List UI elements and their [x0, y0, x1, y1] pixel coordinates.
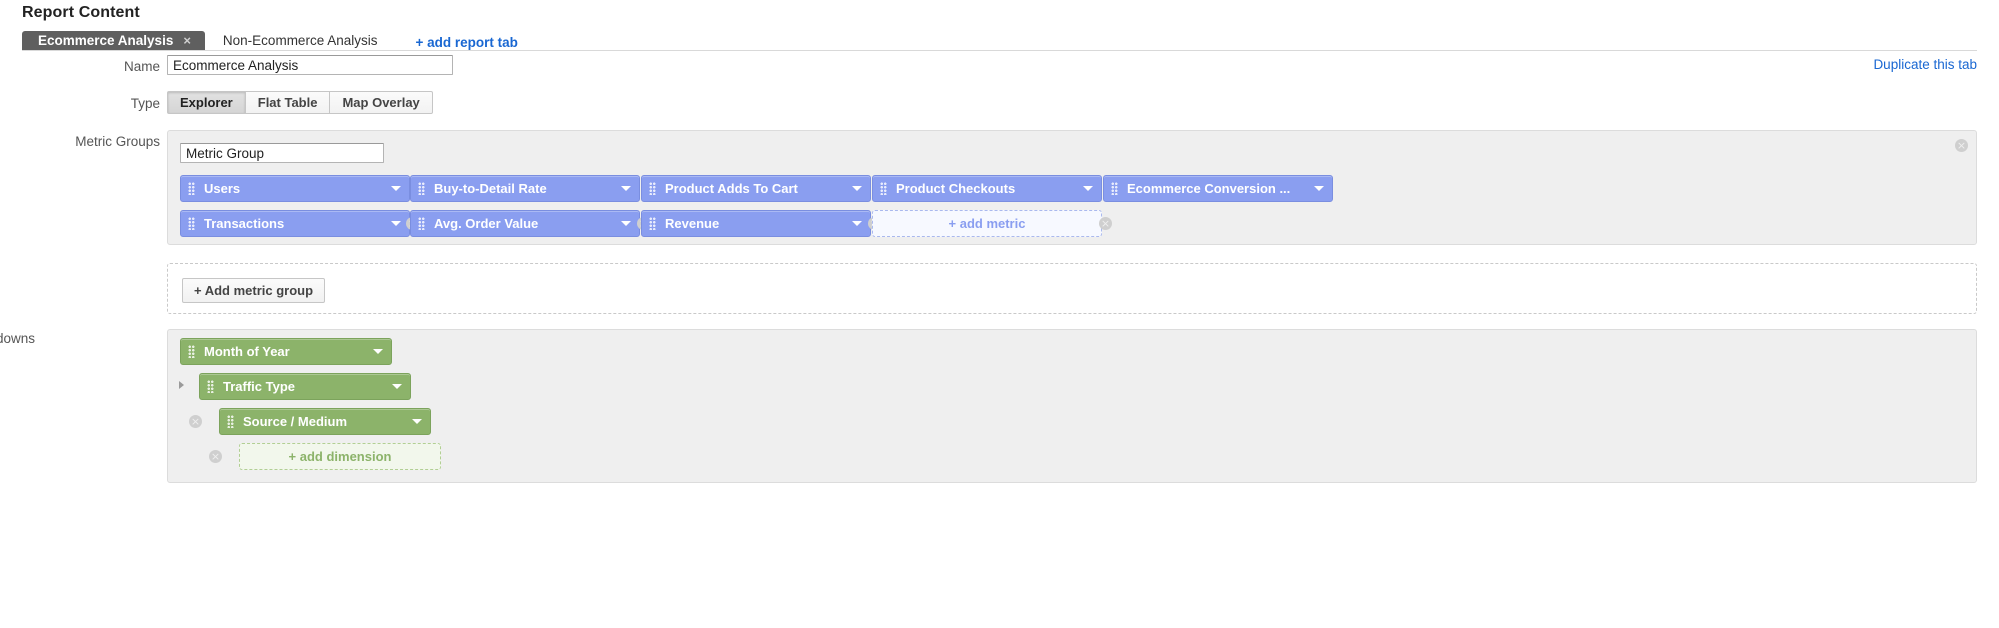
drag-handle-icon[interactable]: [207, 380, 214, 393]
metric-chip-ecommerce-conversion-rate[interactable]: Ecommerce Conversion ...: [1103, 175, 1333, 202]
drag-handle-icon[interactable]: [649, 182, 656, 195]
add-metric-group-panel: + Add metric group: [167, 263, 1977, 314]
type-button-explorer[interactable]: Explorer: [167, 91, 245, 114]
metric-chip-label: Users: [204, 181, 383, 196]
metric-chip-avg-order-value[interactable]: Avg. Order Value: [410, 210, 640, 237]
chevron-down-icon[interactable]: [621, 186, 631, 191]
report-type-segmented-control: Explorer Flat Table Map Overlay: [167, 91, 433, 114]
dimension-chip-source-medium[interactable]: Source / Medium: [219, 408, 431, 435]
add-dimension-button[interactable]: + add dimension: [239, 443, 441, 470]
expand-arrow-icon[interactable]: [179, 381, 184, 389]
dimension-chip-label: Source / Medium: [243, 414, 404, 429]
metric-chip-product-adds-to-cart[interactable]: Product Adds To Cart: [641, 175, 871, 202]
chevron-down-icon[interactable]: [412, 419, 422, 424]
drag-handle-icon[interactable]: [188, 345, 195, 358]
metric-chip-transactions[interactable]: Transactions: [180, 210, 410, 237]
metric-chip-users[interactable]: Users: [180, 175, 410, 202]
chevron-down-icon[interactable]: [852, 186, 862, 191]
report-tab-label: Ecommerce Analysis: [38, 31, 173, 50]
chevron-down-icon[interactable]: [852, 221, 862, 226]
dimension-chip-traffic-type[interactable]: Traffic Type: [199, 373, 411, 400]
metric-chip-revenue[interactable]: Revenue: [641, 210, 871, 237]
dimension-chip-month-of-year[interactable]: Month of Year: [180, 338, 392, 365]
metric-chip-label: Buy-to-Detail Rate: [434, 181, 613, 196]
chevron-down-icon[interactable]: [391, 186, 401, 191]
type-label: Type: [0, 96, 160, 111]
drag-handle-icon[interactable]: [227, 415, 234, 428]
metric-chip-label: Avg. Order Value: [434, 216, 613, 231]
drag-handle-icon[interactable]: [649, 217, 656, 230]
type-button-map-overlay[interactable]: Map Overlay: [329, 91, 432, 114]
metric-chip-label: Product Adds To Cart: [665, 181, 844, 196]
report-tab-non-ecommerce-analysis[interactable]: Non-Ecommerce Analysis: [205, 31, 396, 50]
metric-chip-buy-to-detail-rate[interactable]: Buy-to-Detail Rate: [410, 175, 640, 202]
report-tab-ecommerce-analysis[interactable]: Ecommerce Analysis ×: [22, 31, 205, 50]
drag-handle-icon[interactable]: [1111, 182, 1118, 195]
report-content-page: Report Content Ecommerce Analysis × Non-…: [0, 0, 1999, 628]
add-report-tab-link[interactable]: + add report tab: [415, 35, 517, 50]
metric-chip-label: Transactions: [204, 216, 383, 231]
close-icon[interactable]: ×: [183, 34, 191, 47]
report-tab-bar: Ecommerce Analysis × Non-Ecommerce Analy…: [22, 30, 1977, 51]
name-label: Name: [0, 59, 160, 74]
drag-handle-icon[interactable]: [880, 182, 887, 195]
drag-handle-icon[interactable]: [418, 217, 425, 230]
dimension-drilldowns-label: Dimension Drilldowns: [0, 331, 35, 346]
drag-handle-icon[interactable]: [188, 217, 195, 230]
dimension-drilldowns-panel: Month of Year Traffic Type × Source / Me…: [167, 329, 1977, 483]
duplicate-this-tab-link[interactable]: Duplicate this tab: [1873, 57, 1977, 72]
chevron-down-icon[interactable]: [392, 384, 402, 389]
report-tab-label: Non-Ecommerce Analysis: [223, 31, 378, 50]
metric-groups-label: Metric Groups: [0, 134, 160, 149]
chevron-down-icon[interactable]: [373, 349, 383, 354]
drag-handle-icon[interactable]: [418, 182, 425, 195]
metric-chip-label: Revenue: [665, 216, 844, 231]
page-title: Report Content: [22, 4, 140, 22]
metric-group-panel: × Users Buy-to-Detail Rate Product Adds …: [167, 130, 1977, 245]
metric-group-name-input[interactable]: [180, 143, 384, 163]
add-metric-group-button[interactable]: + Add metric group: [182, 278, 325, 303]
remove-metric-group-icon[interactable]: ×: [1955, 139, 1968, 152]
remove-metric-icon[interactable]: ×: [1099, 217, 1112, 230]
chevron-down-icon[interactable]: [1314, 186, 1324, 191]
metric-chip-label: Ecommerce Conversion ...: [1127, 181, 1306, 196]
drag-handle-icon[interactable]: [188, 182, 195, 195]
remove-dimension-icon[interactable]: ×: [209, 450, 222, 463]
chevron-down-icon[interactable]: [1083, 186, 1093, 191]
dimension-chip-label: Month of Year: [204, 344, 365, 359]
chevron-down-icon[interactable]: [391, 221, 401, 226]
report-name-input[interactable]: [167, 55, 453, 75]
chevron-down-icon[interactable]: [621, 221, 631, 226]
metric-chip-product-checkouts[interactable]: Product Checkouts: [872, 175, 1102, 202]
dimension-chip-label: Traffic Type: [223, 379, 384, 394]
metric-chip-label: Product Checkouts: [896, 181, 1075, 196]
remove-dimension-icon[interactable]: ×: [189, 415, 202, 428]
type-button-flat-table[interactable]: Flat Table: [245, 91, 330, 114]
add-metric-button[interactable]: + add metric: [872, 210, 1102, 237]
